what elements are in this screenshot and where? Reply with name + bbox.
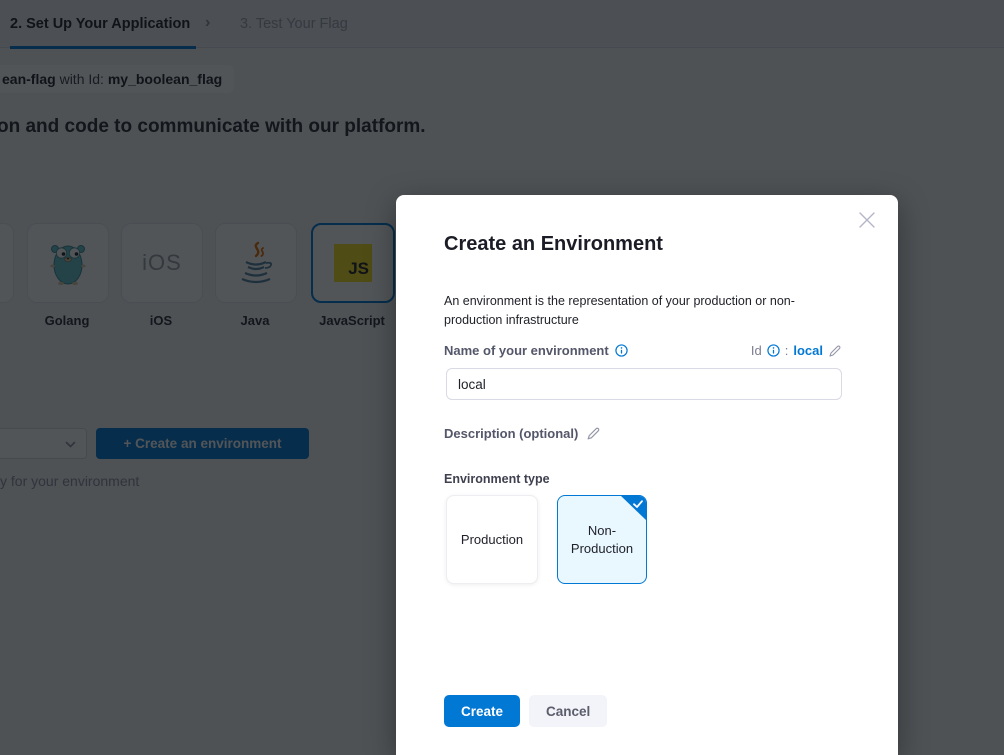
close-icon[interactable] bbox=[856, 209, 878, 231]
description-label: Description (optional) bbox=[444, 426, 578, 441]
production-card-label: Production bbox=[461, 532, 523, 547]
selected-corner-badge bbox=[620, 495, 647, 521]
name-field-label: Name of your environment bbox=[444, 343, 609, 358]
info-icon[interactable] bbox=[767, 344, 780, 357]
create-environment-modal: Create an Environment An environment is … bbox=[396, 195, 898, 755]
modal-description: An environment is the representation of … bbox=[444, 292, 840, 330]
environment-type-non-production[interactable]: Non-Production bbox=[557, 495, 647, 584]
modal-button-row: Create Cancel bbox=[444, 695, 607, 727]
modal-title: Create an Environment bbox=[444, 233, 663, 256]
id-field-label: Id bbox=[751, 343, 762, 358]
non-production-card-label: Non-Production bbox=[567, 522, 637, 558]
edit-pencil-icon[interactable] bbox=[828, 344, 842, 358]
cancel-button[interactable]: Cancel bbox=[529, 695, 607, 727]
environment-name-input[interactable] bbox=[446, 368, 842, 400]
id-field-group: Id : local bbox=[751, 343, 842, 358]
id-separator: : bbox=[785, 343, 789, 358]
description-label-row: Description (optional) bbox=[444, 426, 601, 441]
name-field-label-group: Name of your environment bbox=[444, 343, 628, 358]
name-id-label-row: Name of your environment Id : local bbox=[444, 343, 842, 358]
create-button[interactable]: Create bbox=[444, 695, 520, 727]
environment-type-production[interactable]: Production bbox=[446, 495, 538, 584]
info-icon[interactable] bbox=[615, 344, 628, 357]
environment-type-label: Environment type bbox=[444, 472, 550, 486]
id-value: local bbox=[793, 343, 823, 358]
check-icon bbox=[632, 498, 644, 510]
edit-pencil-icon[interactable] bbox=[586, 426, 601, 441]
onboarding-screen: 2. Set Up Your Application › 3. Test You… bbox=[0, 0, 1004, 755]
